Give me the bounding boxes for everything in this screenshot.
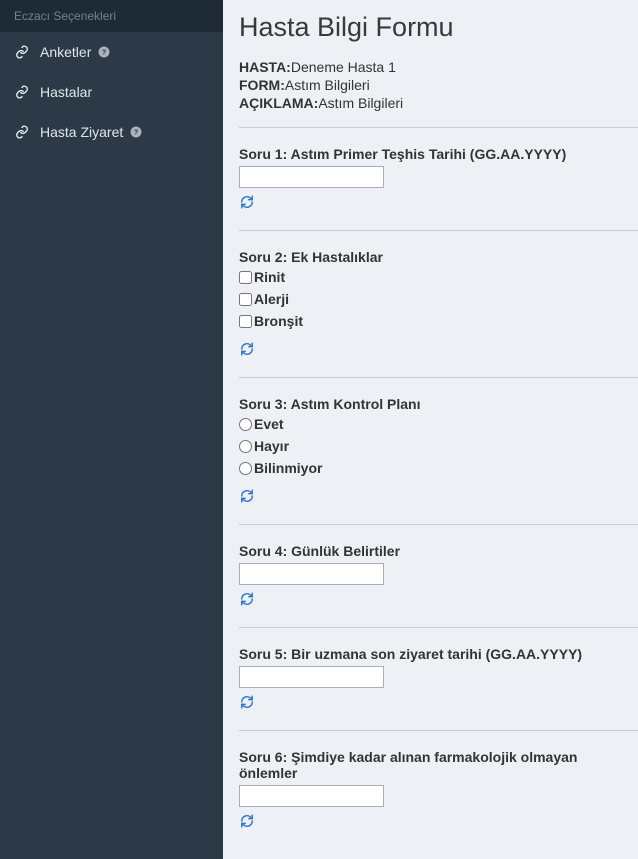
separator	[239, 524, 638, 525]
question-4-label: Soru 4: Günlük Belirtiler	[239, 543, 638, 559]
question-1: Soru 1: Astım Primer Teşhis Tarihi (GG.A…	[239, 146, 638, 214]
checkbox-alerji[interactable]	[239, 293, 252, 306]
question-6-label: Soru 6: Şimdiye kadar alınan farmakoloji…	[239, 749, 638, 781]
help-icon[interactable]: ?	[129, 125, 143, 139]
question-3-label: Soru 3: Astım Kontrol Planı	[239, 396, 638, 412]
meta-aciklama-label: AÇIKLAMA:	[239, 95, 318, 111]
meta-hasta-label: HASTA:	[239, 59, 291, 75]
question-6-input[interactable]	[239, 785, 384, 807]
link-icon	[14, 44, 30, 60]
checkbox-rinit[interactable]	[239, 271, 252, 284]
separator	[239, 127, 638, 128]
option-label: Bilinmiyor	[254, 460, 322, 476]
sidebar-menu: Anketler ? Hastalar Hasta Ziyaret ?	[0, 32, 223, 152]
question-5-label: Soru 5: Bir uzmana son ziyaret tarihi (G…	[239, 646, 638, 662]
option-label: Bronşit	[254, 313, 303, 329]
meta-aciklama-value: Astım Bilgileri	[318, 95, 403, 111]
question-1-input[interactable]	[239, 166, 384, 188]
option-label: Hayır	[254, 438, 289, 454]
sidebar-item-hastalar[interactable]: Hastalar	[0, 72, 223, 112]
question-5: Soru 5: Bir uzmana son ziyaret tarihi (G…	[239, 646, 638, 714]
question-5-input[interactable]	[239, 666, 384, 688]
radio-evet[interactable]	[239, 418, 252, 431]
svg-text:?: ?	[102, 48, 107, 57]
question-2-option-alerji[interactable]: Alerji	[239, 291, 638, 307]
question-1-label: Soru 1: Astım Primer Teşhis Tarihi (GG.A…	[239, 146, 638, 162]
question-3: Soru 3: Astım Kontrol Planı Evet Hayır B…	[239, 396, 638, 508]
option-label: Alerji	[254, 291, 289, 307]
reset-button[interactable]	[239, 488, 255, 504]
question-6: Soru 6: Şimdiye kadar alınan farmakoloji…	[239, 749, 638, 833]
question-3-option-evet[interactable]: Evet	[239, 416, 638, 432]
checkbox-bronsit[interactable]	[239, 315, 252, 328]
reset-button[interactable]	[239, 341, 255, 357]
option-label: Rinit	[254, 269, 285, 285]
radio-bilinmiyor[interactable]	[239, 462, 252, 475]
question-2-label: Soru 2: Ek Hastalıklar	[239, 249, 638, 265]
sidebar-header: Eczacı Seçenekleri	[0, 0, 223, 32]
separator	[239, 377, 638, 378]
sidebar-item-label: Anketler	[40, 44, 91, 60]
sidebar-item-label: Hasta Ziyaret	[40, 124, 123, 140]
page-title: Hasta Bilgi Formu	[239, 12, 638, 43]
separator	[239, 627, 638, 628]
link-icon	[14, 124, 30, 140]
meta-form-value: Astım Bilgileri	[285, 77, 370, 93]
sidebar-item-hasta-ziyaret[interactable]: Hasta Ziyaret ?	[0, 112, 223, 152]
question-2-option-rinit[interactable]: Rinit	[239, 269, 638, 285]
meta-hasta-value: Deneme Hasta 1	[291, 59, 396, 75]
question-4: Soru 4: Günlük Belirtiler	[239, 543, 638, 611]
reset-button[interactable]	[239, 694, 255, 710]
sidebar-item-anketler[interactable]: Anketler ?	[0, 32, 223, 72]
question-3-option-bilinmiyor[interactable]: Bilinmiyor	[239, 460, 638, 476]
question-2: Soru 2: Ek Hastalıklar Rinit Alerji Bron…	[239, 249, 638, 361]
svg-text:?: ?	[134, 128, 139, 137]
reset-button[interactable]	[239, 194, 255, 210]
radio-hayir[interactable]	[239, 440, 252, 453]
question-3-option-hayir[interactable]: Hayır	[239, 438, 638, 454]
option-label: Evet	[254, 416, 284, 432]
sidebar: Eczacı Seçenekleri Anketler ? Hastalar H…	[0, 0, 223, 859]
help-icon[interactable]: ?	[97, 45, 111, 59]
form-meta: HASTA:Deneme Hasta 1 FORM:Astım Bilgiler…	[239, 59, 638, 111]
link-icon	[14, 84, 30, 100]
main-content: Hasta Bilgi Formu HASTA:Deneme Hasta 1 F…	[223, 0, 638, 859]
reset-button[interactable]	[239, 591, 255, 607]
separator	[239, 730, 638, 731]
meta-form-label: FORM:	[239, 77, 285, 93]
reset-button[interactable]	[239, 813, 255, 829]
question-2-option-bronsit[interactable]: Bronşit	[239, 313, 638, 329]
separator	[239, 230, 638, 231]
question-4-input[interactable]	[239, 563, 384, 585]
sidebar-item-label: Hastalar	[40, 84, 92, 100]
